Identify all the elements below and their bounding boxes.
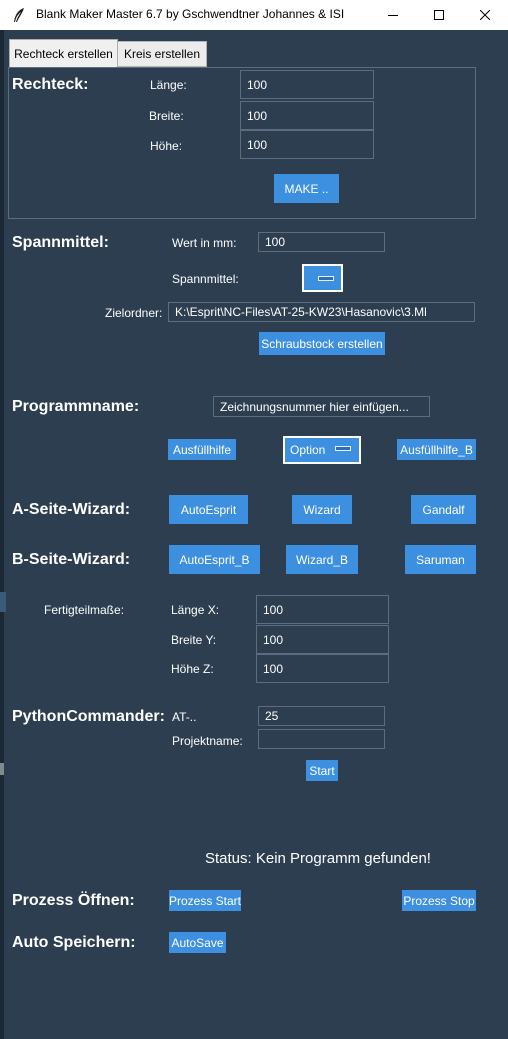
laenge-input[interactable]: 100 [240,70,374,99]
prozess-start-button[interactable]: Prozess Start [169,890,241,911]
option-label: Option [290,443,326,457]
close-button[interactable] [462,0,508,30]
auto-speichern-heading: Auto Speichern: [12,934,136,951]
laenge-x-input[interactable]: 100 [256,595,389,624]
saruman-button[interactable]: Saruman [405,545,476,574]
spannmittel-label: Spannmittel: [172,272,239,286]
start-button[interactable]: Start [306,760,338,781]
schraubstock-erstellen-button[interactable]: Schraubstock erstellen [259,332,385,355]
zielordner-input[interactable]: K:\Esprit\NC-Files\AT-25-KW23\Hasanovic\… [168,302,475,322]
zeichnungsnummer-input[interactable]: Zeichnungsnummer hier einfügen... [213,396,430,417]
programmname-heading: Programmname: [12,398,140,415]
pythoncommander-heading: PythonCommander: [12,708,165,725]
wert-in-mm-input[interactable]: 100 [258,232,385,252]
a-seite-wizard-heading: A-Seite-Wizard: [12,501,131,518]
autosave-button[interactable]: AutoSave [169,932,226,953]
make-button[interactable]: MAKE .. [274,174,339,203]
ausfuellhilfe-b-button[interactable]: Ausfüllhilfe_B [397,439,476,460]
title-bar: Blank Maker Master 6.7 by Gschwendtner J… [0,0,508,30]
prozess-stop-button[interactable]: Prozess Stop [402,890,476,911]
minimize-icon [388,15,398,16]
maximize-icon [434,10,444,20]
autoesprit-button[interactable]: AutoEsprit [169,495,248,524]
feather-app-icon [14,8,24,22]
window-left-edge [0,30,4,1039]
breite-y-label: Breite Y: [171,633,217,647]
maximize-button[interactable] [416,0,462,30]
laenge-label: Länge: [150,78,187,92]
at-input[interactable]: 25 [258,706,385,726]
tab-rechteck-erstellen[interactable]: Rechteck erstellen [9,39,118,68]
at-label: AT-.. [172,710,197,724]
breite-y-input[interactable]: 100 [256,625,389,654]
hoehe-z-label: Höhe Z: [171,662,214,676]
projektname-input[interactable] [258,729,385,749]
background-artifact [0,763,4,775]
rechteck-heading: Rechteck: [12,76,89,93]
breite-input[interactable]: 100 [240,101,374,130]
fertigteilmasse-label: Fertigteilmaße: [44,603,125,617]
spannmittel-heading: Spannmittel: [12,234,109,251]
hoehe-label: Höhe: [150,139,183,153]
option-indicator-icon [335,446,351,451]
ausfuellhilfe-button[interactable]: Ausfüllhilfe [168,439,236,460]
hoehe-input[interactable]: 100 [240,130,374,159]
background-artifact [0,592,6,612]
laenge-x-label: Länge X: [171,603,220,617]
minimize-button[interactable] [370,0,416,30]
option-menu-button[interactable]: Option [283,436,361,464]
window-title: Blank Maker Master 6.7 by Gschwendtner J… [36,7,345,21]
gandalf-button[interactable]: Gandalf [411,495,476,524]
b-seite-wizard-heading: B-Seite-Wizard: [12,551,131,568]
wizard-b-button[interactable]: Wizard_B [286,545,358,574]
autoesprit-b-button[interactable]: AutoEsprit_B [169,545,260,574]
toggle-indicator-icon [318,276,334,281]
wert-in-mm-label: Wert in mm: [172,236,237,250]
tab-kreis-erstellen[interactable]: Kreis erstellen [118,41,207,67]
zielordner-label: Zielordner: [105,306,163,320]
breite-label: Breite: [149,109,184,123]
spannmittel-toggle[interactable] [302,264,343,292]
wizard-button[interactable]: Wizard [292,495,352,524]
status-text: Status: Kein Programm gefunden! [205,850,431,867]
hoehe-z-input[interactable]: 100 [256,654,389,683]
prozess-oeffnen-heading: Prozess Öffnen: [12,892,135,909]
close-icon [480,10,490,20]
projektname-label: Projektname: [172,734,243,748]
